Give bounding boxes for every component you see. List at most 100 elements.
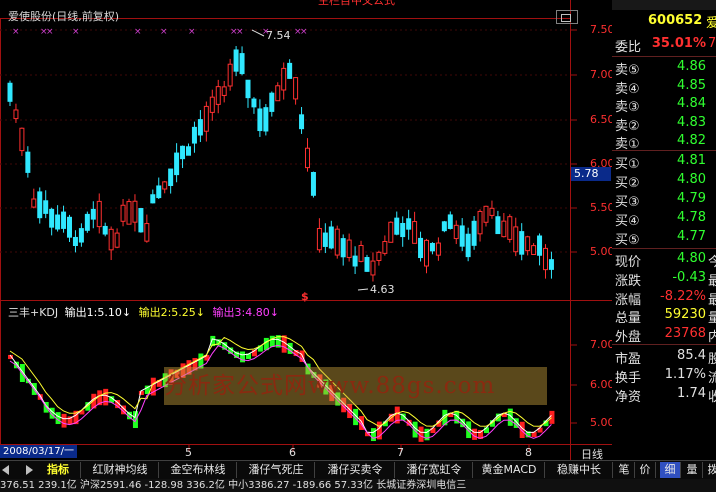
bid-row: 买② 4.80 (615, 172, 706, 191)
candle-body (305, 147, 310, 169)
candle-body (281, 67, 287, 91)
candle-body (19, 127, 25, 152)
output2-label: 输出2:5.25 (138, 306, 196, 319)
candle-body (465, 233, 471, 258)
x-tick: 5 (185, 446, 192, 459)
kdj-bar (240, 351, 246, 363)
side-tab-1[interactable]: 价 (635, 462, 656, 478)
signal-x-mark: × (160, 27, 168, 37)
candle-body (7, 82, 13, 102)
kdj-tick: 7.00 (590, 338, 615, 351)
candle-body (90, 208, 96, 220)
candle-body (495, 216, 501, 235)
candle-body (382, 241, 388, 254)
arrow-down-icon: ↓ (195, 306, 205, 319)
candle-body (186, 146, 191, 156)
tab-4[interactable]: 潘仔买卖令 (316, 462, 395, 478)
tab-2[interactable]: 金空布林线 (160, 462, 237, 478)
candle-body (78, 228, 84, 243)
tab-5[interactable]: 潘仔宽虹令 (396, 462, 473, 478)
candle-body (168, 168, 174, 187)
candle-body (209, 96, 215, 113)
candle-body (346, 239, 352, 258)
candle-body (263, 107, 269, 132)
candle-body (400, 222, 406, 238)
candle-body (72, 236, 78, 246)
chart-title: 爱使股份(日线,前复权) (8, 10, 120, 23)
candle-body (435, 242, 441, 256)
price-tick: 5.00 (590, 245, 615, 258)
candle-body (310, 172, 316, 196)
x-tick: 6 (289, 446, 296, 459)
x-tick: 7 (397, 446, 404, 459)
indicator-header: 三丰+KDJ 输出1:5.10↓ 输出2:5.25↓ 输出3:4.80↓ (8, 304, 279, 320)
candle-body (180, 145, 186, 160)
candle-body (25, 151, 31, 173)
price-tick: 7.00 (590, 68, 615, 81)
tab-6[interactable]: 黄金MACD (474, 462, 545, 478)
candle-body (531, 245, 537, 255)
candle-body (424, 239, 429, 267)
candle-body (144, 223, 150, 242)
stat2-row: 净资 1.74 收 (615, 386, 716, 405)
candle-body (55, 214, 61, 230)
stat-row: 外盘 23768 内 (615, 326, 716, 346)
candle-body (394, 217, 400, 235)
candle-body (322, 232, 328, 247)
candle-body (441, 221, 447, 232)
stat-row: 总量 59230 量 (615, 307, 716, 327)
top-banner: 主栏目中文公式 (318, 0, 458, 6)
stock-code: 600652 (648, 13, 703, 28)
candle-body (429, 242, 435, 252)
bid-row: 买④ 4.78 (615, 210, 706, 229)
high-annotation: 7.54 (266, 29, 291, 42)
candle-body (114, 232, 120, 248)
kdj-bar (61, 413, 67, 428)
candle-body (61, 211, 67, 229)
date-label: 2008/03/17/一 (0, 445, 78, 458)
tab-0[interactable]: 指标 (36, 462, 81, 478)
candle-body (519, 231, 525, 255)
side-tab-3[interactable]: 量 (682, 462, 703, 478)
bid-row: 买⑤ 4.77 (615, 229, 706, 248)
side-tab-4[interactable]: 拨 (703, 462, 716, 478)
x-tick: 8 (525, 446, 532, 459)
candle-body (287, 62, 293, 79)
candle-body (96, 200, 102, 228)
candle-body (471, 220, 477, 246)
tab-7[interactable]: 稳赚中长 (546, 462, 613, 478)
kdj-bar (269, 335, 275, 347)
candle-body (453, 224, 459, 240)
tab-1[interactable]: 红财神均线 (82, 462, 159, 478)
candle-body (215, 86, 221, 105)
bid-row: 买① 4.81 (615, 153, 706, 172)
candle-body (340, 238, 346, 258)
candle-body (156, 185, 162, 199)
stat2-row: 市盈 85.4 股 (615, 348, 716, 367)
candle-body (162, 181, 168, 190)
candle-body (108, 228, 114, 251)
candle-body (489, 207, 495, 216)
weibi-row: 委比 35.01% 7 (615, 36, 716, 55)
candle-body (257, 108, 263, 132)
candle-body (334, 228, 340, 256)
scroll-right-icon[interactable] (26, 465, 33, 475)
candle-body (477, 210, 483, 235)
candle-body (37, 191, 43, 219)
candle-body (412, 221, 418, 244)
low-annotation: 4.63 (370, 283, 395, 296)
signal-marker: $ (301, 290, 309, 303)
candle-body (197, 119, 203, 136)
side-tab-2[interactable]: 细 (660, 462, 681, 478)
scroll-left-icon[interactable] (2, 465, 9, 475)
candle-body (483, 205, 489, 223)
tab-3[interactable]: 潘仔气死庄 (238, 462, 315, 478)
candle-body (227, 63, 233, 87)
stat-row: 涨幅 -8.22% 最 (615, 288, 716, 308)
stock-name: 爱 (706, 16, 716, 31)
price-tick: 6.50 (590, 113, 615, 126)
side-tab-0[interactable]: 笔 (614, 462, 635, 478)
kdj-tick: 5.00 (590, 416, 615, 429)
candle-body (316, 227, 322, 251)
restore-window-button[interactable] (556, 10, 578, 24)
